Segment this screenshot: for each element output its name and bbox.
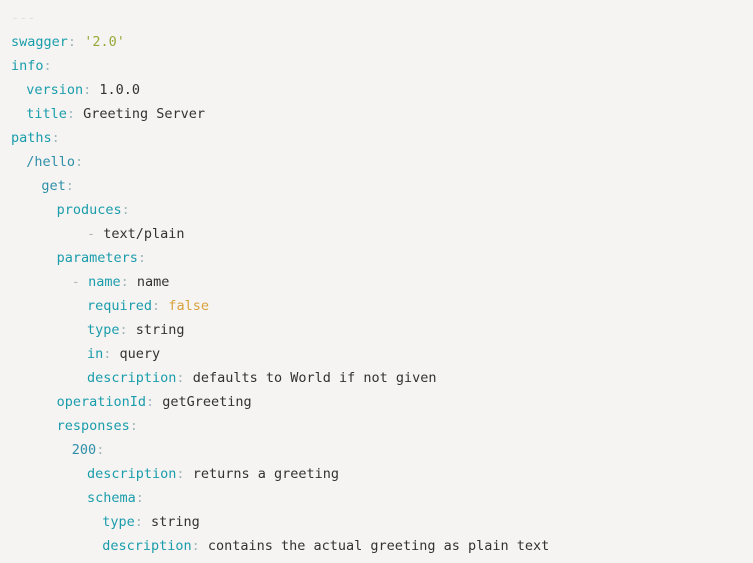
yaml-list-dash: - [87,226,104,242]
code-line: description: defaults to World if not gi… [11,366,753,390]
yaml-colon: : [83,82,92,98]
code-line: title: Greeting Server [11,102,753,126]
yaml-value: '2.0' [84,34,125,50]
code-line: --- [11,6,753,30]
yaml-value: getGreeting [162,394,252,410]
yaml-space [185,466,193,482]
yaml-key: produces [56,202,122,218]
code-line: swagger: '2.0' [11,30,753,54]
yaml-value: string [150,514,200,530]
yaml-key: responses [56,418,130,434]
yaml-space [76,34,84,50]
yaml-key: title [26,106,67,122]
code-line: description: contains the actual greetin… [11,534,753,558]
yaml-value: name [136,274,170,290]
yaml-colon: : [66,106,75,122]
yaml-key: paths [11,130,52,146]
code-line: version: 1.0.0 [11,78,753,102]
yaml-space [128,322,136,338]
yaml-colon: : [135,490,144,506]
yaml-key: swagger [11,34,68,50]
yaml-key: schema [87,490,136,506]
yaml-key: version [26,82,84,98]
code-line: - name: name [11,270,753,294]
yaml-key: info [11,58,44,74]
code-line: operationId: getGreeting [11,390,753,414]
yaml-value: query [119,346,161,362]
yaml-value: defaults to World if not given [192,370,437,386]
yaml-space [75,106,83,122]
code-line: in: query [11,342,753,366]
code-line: get: [11,174,753,198]
yaml-colon: : [65,178,74,194]
yaml-value: false [168,298,209,314]
yaml-list-dash: - [71,274,89,290]
yaml-space [129,274,137,290]
yaml-key: parameters [56,250,138,266]
code-line: paths: [11,126,753,150]
code-line: type: string [11,510,753,534]
yaml-colon: : [137,250,147,266]
yaml-key: in [87,346,104,362]
yaml-key: operationId [56,394,146,410]
yaml-colon: : [176,370,185,386]
yaml-document-separator: --- [11,10,36,26]
yaml-value: string [135,322,185,338]
yaml-colon: : [176,466,185,482]
yaml-value: text/plain [103,226,185,242]
yaml-key: name [88,274,121,290]
yaml-space [185,370,193,386]
yaml-colon: : [74,154,84,170]
yaml-value: contains the actual greeting as plain te… [207,538,550,554]
yaml-value: returns a greeting [192,466,339,482]
code-line: type: string [11,318,753,342]
yaml-colon: : [119,322,128,338]
yaml-key: 200 [71,442,97,458]
yaml-key: type [102,514,135,530]
code-line: produces: [11,198,753,222]
code-line: /hello: [11,150,753,174]
yaml-space [200,538,208,554]
code-line: 200: [11,438,753,462]
yaml-colon: : [120,274,129,290]
yaml-key: required [87,298,153,314]
yaml-code-block[interactable]: --- swagger: '2.0' info: version: 1.0.0 titl… [0,0,753,558]
code-line: info: [11,54,753,78]
code-line: description: returns a greeting [11,462,753,486]
code-line: - text/plain [11,222,753,246]
yaml-key: description [102,538,192,554]
yaml-key: description [87,370,177,386]
yaml-space [143,514,151,530]
code-line: parameters: [11,246,753,270]
yaml-colon: : [121,202,130,218]
code-line: responses: [11,414,753,438]
yaml-key: /hello [26,154,75,170]
yaml-space [111,346,119,362]
yaml-value: Greeting Server [83,106,206,122]
yaml-colon: : [191,538,200,554]
yaml-colon: : [43,58,52,74]
yaml-colon: : [67,34,77,50]
yaml-colon: : [134,514,143,530]
yaml-colon: : [96,442,105,458]
code-line: required: false [11,294,753,318]
yaml-key: type [87,322,120,338]
yaml-colon: : [146,394,155,410]
yaml-key: description [87,466,177,482]
yaml-colon: : [129,418,138,434]
yaml-value: 1.0.0 [99,82,141,98]
yaml-colon: : [152,298,161,314]
code-line: schema: [11,486,753,510]
yaml-key: get [41,178,66,194]
yaml-colon: : [51,130,60,146]
